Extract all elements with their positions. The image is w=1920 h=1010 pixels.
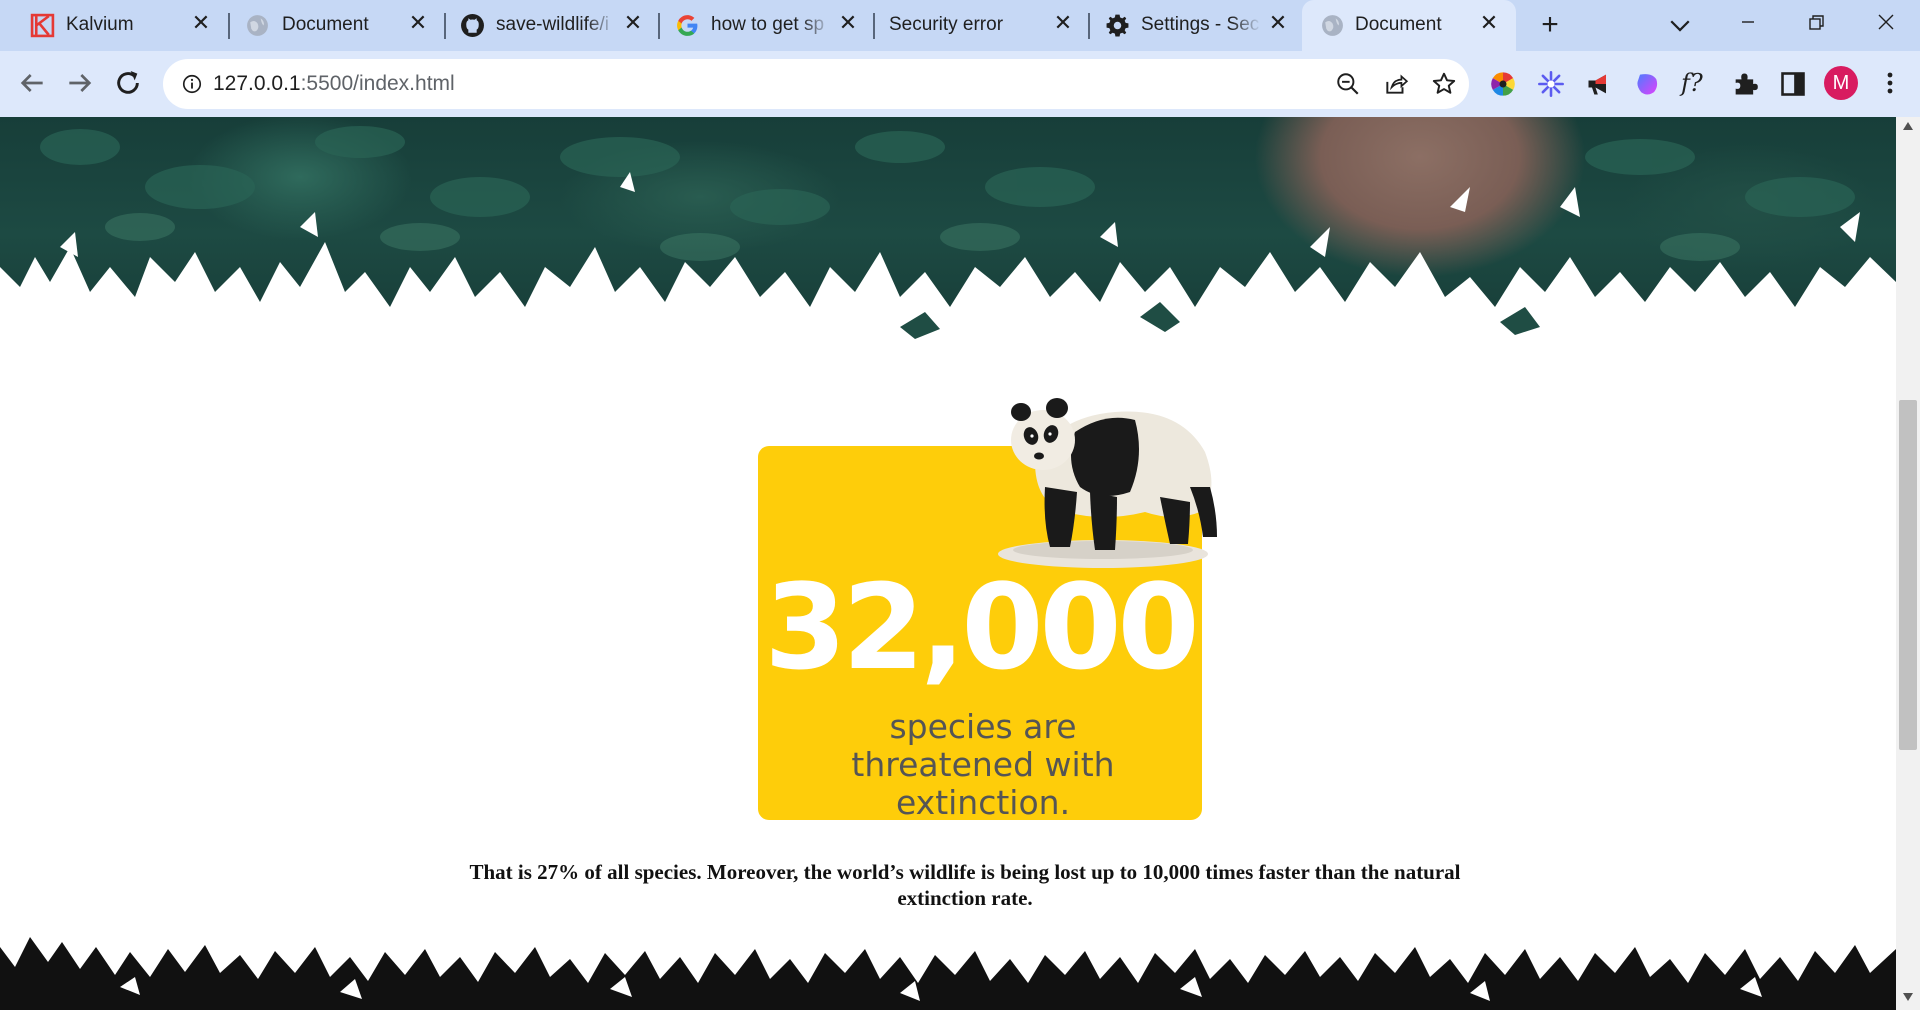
stat-number: 32,000 bbox=[764, 558, 1199, 696]
kalvium-logo-icon bbox=[30, 13, 55, 38]
tab-settings[interactable]: Settings - Sec ✕ bbox=[1075, 0, 1305, 51]
tab-title-fade bbox=[1231, 8, 1261, 42]
scroll-up-arrow-icon[interactable] bbox=[1902, 121, 1914, 131]
forward-arrow-icon[interactable] bbox=[64, 67, 96, 99]
browser-tab-strip: Kalvium ✕ Document ✕ save-wildlife/i ✕ h… bbox=[0, 0, 1920, 51]
tab-title-fade bbox=[801, 8, 831, 42]
function-f-icon[interactable]: f? bbox=[1681, 70, 1715, 98]
gear-icon bbox=[1106, 14, 1129, 37]
address-bar[interactable]: 127.0.0.1:5500/index.html bbox=[163, 59, 1469, 109]
color-wheel-icon[interactable] bbox=[1489, 70, 1517, 98]
close-tab-icon[interactable]: ✕ bbox=[837, 12, 859, 34]
tab-document-active[interactable]: Document ✕ bbox=[1302, 0, 1516, 51]
share-icon[interactable] bbox=[1383, 71, 1409, 97]
scroll-down-arrow-icon[interactable] bbox=[1902, 992, 1914, 1002]
bookmark-star-icon[interactable] bbox=[1431, 71, 1457, 97]
close-tab-icon[interactable]: ✕ bbox=[1267, 12, 1289, 34]
hero-jungle-image bbox=[0, 117, 1896, 352]
google-icon bbox=[677, 15, 698, 36]
close-tab-icon[interactable]: ✕ bbox=[1052, 12, 1074, 34]
github-icon bbox=[461, 14, 484, 37]
torn-paper-bottom-edge bbox=[0, 937, 1896, 1010]
site-info-icon[interactable] bbox=[181, 73, 203, 95]
megaphone-icon[interactable] bbox=[1585, 70, 1613, 98]
page-viewport: 32,000 species are threatened with extin… bbox=[0, 117, 1896, 1010]
close-tab-icon[interactable]: ✕ bbox=[1478, 12, 1500, 34]
close-tab-icon[interactable]: ✕ bbox=[622, 12, 644, 34]
panda-image bbox=[998, 398, 1217, 568]
tab-document[interactable]: Document ✕ bbox=[215, 0, 445, 51]
profile-avatar[interactable]: M bbox=[1824, 66, 1858, 100]
page-scrollbar[interactable] bbox=[1896, 117, 1920, 1010]
url-path: :5500/index.html bbox=[300, 72, 455, 95]
side-panel-icon[interactable] bbox=[1779, 70, 1807, 98]
tab-save-wildlife[interactable]: save-wildlife/i ✕ bbox=[430, 0, 660, 51]
close-tab-icon[interactable]: ✕ bbox=[407, 12, 429, 34]
back-arrow-icon[interactable] bbox=[16, 67, 48, 99]
close-tab-icon[interactable]: ✕ bbox=[190, 12, 212, 34]
tab-title: Document bbox=[282, 14, 369, 35]
snowflake-icon[interactable] bbox=[1537, 70, 1565, 98]
extinction-rate-text: That is 27% of all species. Moreover, th… bbox=[469, 860, 1461, 910]
chevron-down-icon[interactable] bbox=[1665, 10, 1695, 40]
jungle-foliage-graphic bbox=[0, 126, 1896, 352]
minimize-icon[interactable] bbox=[1728, 6, 1768, 38]
url-text[interactable]: 127.0.0.1:5500/index.html bbox=[213, 72, 455, 96]
globe-icon bbox=[247, 15, 268, 36]
scrollbar-thumb[interactable] bbox=[1899, 400, 1917, 750]
puzzle-piece-icon[interactable] bbox=[1731, 70, 1759, 98]
tab-title: Kalvium bbox=[66, 14, 134, 35]
close-window-icon[interactable] bbox=[1866, 6, 1906, 38]
browser-toolbar: 127.0.0.1:5500/index.html f? M bbox=[0, 51, 1920, 117]
more-menu-icon[interactable] bbox=[1880, 66, 1900, 100]
restore-icon[interactable] bbox=[1796, 6, 1836, 38]
tab-title-fade bbox=[586, 8, 616, 42]
tab-title: Security error bbox=[889, 14, 1004, 35]
globe-icon bbox=[1322, 15, 1343, 36]
zoom-out-icon[interactable] bbox=[1335, 71, 1361, 97]
gradient-blob-icon[interactable] bbox=[1633, 70, 1661, 98]
tab-kalvium[interactable]: Kalvium ✕ bbox=[0, 0, 228, 51]
stat-caption: species are threatened with extinction. bbox=[851, 707, 1115, 822]
new-tab-button[interactable]: + bbox=[1533, 9, 1567, 43]
url-host: 127.0.0.1 bbox=[213, 72, 301, 95]
tab-google-search[interactable]: how to get sp ✕ bbox=[645, 0, 875, 51]
tab-security-error[interactable]: Security error ✕ bbox=[860, 0, 1090, 51]
tab-title: Document bbox=[1355, 14, 1442, 35]
reload-icon[interactable] bbox=[112, 67, 144, 99]
